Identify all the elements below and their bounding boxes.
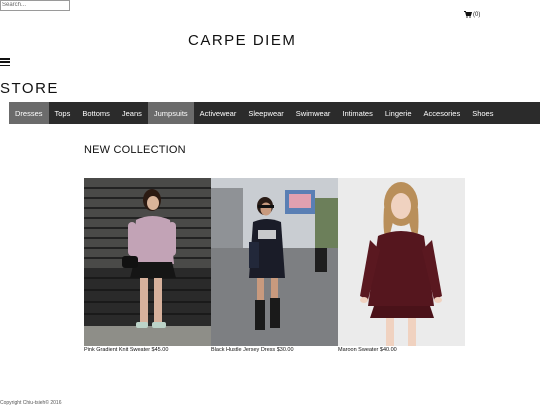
brand-logo[interactable]: CARPE DIEM [188, 32, 296, 49]
product-caption[interactable]: Pink Gradient Knit Sweater $45.00 [84, 347, 211, 353]
nav-item-bottoms[interactable]: Bottoms [76, 102, 116, 124]
hamburger-line [0, 64, 10, 66]
product-image-jersey-dress[interactable] [211, 178, 338, 346]
nav-item-swimwear[interactable]: Swimwear [290, 102, 337, 124]
nav-item-accesories[interactable]: Accesories [418, 102, 467, 124]
product-grid: Pink Gradient Knit Sweater $45.00 Black … [84, 178, 465, 353]
nav-item-sleepwear[interactable]: Sleepwear [242, 102, 289, 124]
nav-item-lingerie[interactable]: Lingerie [379, 102, 418, 124]
hamburger-line [0, 61, 10, 63]
nav-item-intimates[interactable]: Intimates [336, 102, 378, 124]
category-nav: Dresses Tops Bottoms Jeans Jumpsuits Act… [9, 102, 540, 124]
hamburger-menu-icon[interactable] [0, 56, 11, 68]
nav-item-jeans[interactable]: Jeans [116, 102, 148, 124]
nav-item-dresses[interactable]: Dresses [9, 102, 49, 124]
nav-item-shoes[interactable]: Shoes [466, 102, 499, 124]
product-caption[interactable]: Black Hustle Jersey Dress $30.00 [211, 347, 338, 353]
product-card[interactable]: Black Hustle Jersey Dress $30.00 [211, 178, 338, 353]
nav-item-jumpsuits[interactable]: Jumpsuits [147, 102, 194, 124]
product-card[interactable]: Pink Gradient Knit Sweater $45.00 [84, 178, 211, 353]
nav-item-activewear[interactable]: Activewear [194, 102, 243, 124]
product-image-pink-sweater[interactable] [84, 178, 211, 346]
nav-item-tops[interactable]: Tops [49, 102, 77, 124]
product-card[interactable]: Maroon Sweater $40.00 [338, 178, 465, 353]
footer-copyright: Copyright Chiu-tsieh© 2016 [0, 400, 62, 406]
shopping-cart-icon [464, 11, 472, 18]
cart-count: (0) [473, 11, 481, 18]
cart-link[interactable]: (0) [464, 11, 480, 18]
product-caption[interactable]: Maroon Sweater $40.00 [338, 347, 465, 353]
product-image-maroon-sweater[interactable] [338, 178, 465, 346]
search-input[interactable] [0, 0, 70, 11]
hamburger-line [0, 58, 10, 60]
section-heading: NEW COLLECTION [84, 144, 186, 156]
store-title: STORE [0, 80, 59, 97]
